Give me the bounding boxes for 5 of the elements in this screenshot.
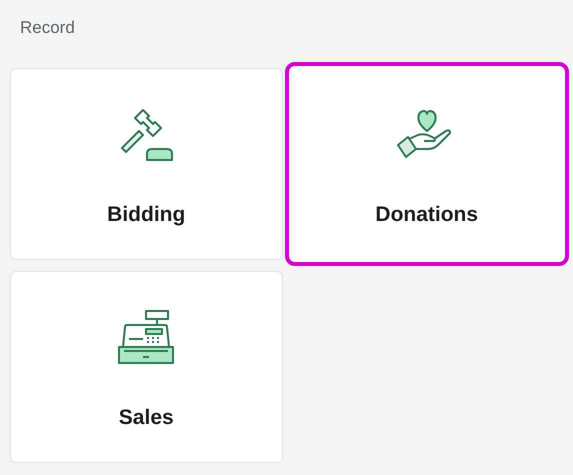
category-card[interactable]: Donations: [284, 62, 569, 266]
cash-register-icon: [117, 309, 176, 365]
category-card[interactable]: Sales: [10, 271, 282, 463]
category-card[interactable]: Bidding: [10, 68, 282, 260]
section-title: Record: [20, 18, 75, 37]
